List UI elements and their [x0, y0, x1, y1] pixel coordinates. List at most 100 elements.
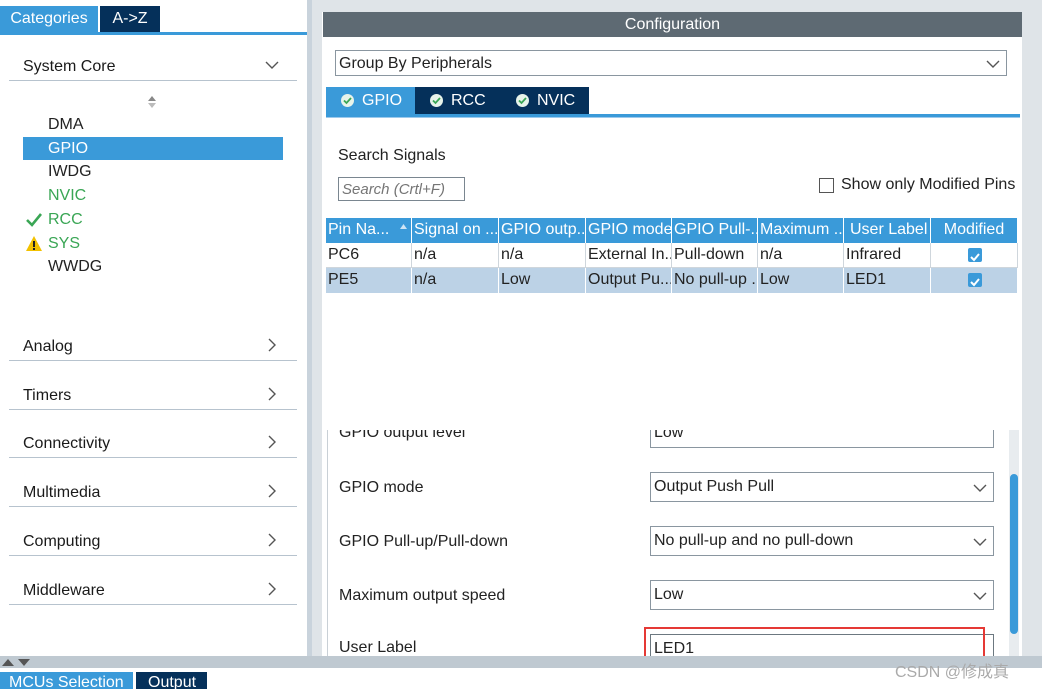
chevron-down-icon [986, 60, 1000, 68]
chevron-right-icon [268, 582, 276, 596]
sidebar-item-label: WWDG [48, 258, 103, 275]
sidebar-item-wwdg[interactable]: WWDG [23, 255, 283, 278]
column-header[interactable]: Signal on ... [412, 218, 499, 243]
table-header: Pin Na... Signal on ... GPIO outp... GPI… [326, 218, 1018, 243]
group-by-select[interactable]: Group By Peripherals [335, 50, 1007, 76]
chevron-right-icon [268, 387, 276, 401]
tab-output[interactable]: Output [136, 672, 207, 689]
modified-checkbox[interactable] [968, 273, 982, 287]
search-input[interactable] [338, 177, 465, 201]
category-timers[interactable]: Timers [9, 379, 297, 410]
sidebar-item-nvic[interactable]: NVIC [23, 184, 283, 207]
tab-rcc[interactable]: RCC [415, 87, 501, 114]
gpio-output-level-select[interactable]: Low [650, 430, 994, 448]
watermark: CSDN @修成真 [895, 664, 1010, 681]
table-cell: Low [758, 268, 844, 293]
properties-scroll-thumb[interactable] [1010, 474, 1018, 634]
category-label: Multimedia [23, 484, 101, 501]
category-middleware[interactable]: Middleware [9, 574, 297, 605]
chevron-down-icon [973, 538, 987, 546]
table-cell: LED1 [844, 268, 931, 293]
table-row[interactable]: PE5 n/a Low Output Pu... No pull-up ... … [326, 268, 1018, 293]
table-cell: n/a [412, 243, 499, 268]
sidebar-item-dma[interactable]: DMA [23, 113, 283, 136]
bottom-tab-strip: MCUs Selection Output [0, 668, 1042, 689]
chevron-down-icon [973, 484, 987, 492]
sidebar-item-label: RCC [48, 211, 83, 228]
table-cell: Pull-down [672, 243, 758, 268]
table-row[interactable]: PC6 n/a n/a External In... Pull-down n/a… [326, 243, 1018, 268]
sidebar-item-label: SYS [48, 235, 81, 252]
select-value: Output Push Pull [654, 478, 775, 495]
show-modified-label: Show only Modified Pins [841, 176, 1016, 193]
table-cell: PC6 [326, 243, 412, 268]
column-header[interactable]: GPIO mode [586, 218, 672, 243]
categories-panel: Categories A->Z System Core DMA GPIO IWD… [0, 0, 312, 656]
column-header[interactable]: Maximum ... [758, 218, 844, 243]
tab-underline-light [326, 117, 1020, 118]
category-label: Middleware [23, 582, 105, 599]
tab-a-to-z[interactable]: A->Z [100, 6, 160, 32]
category-label: Connectivity [23, 435, 111, 452]
column-header-label: Pin Na... [328, 221, 390, 238]
top-bar [322, 0, 1042, 12]
tab-categories[interactable]: Categories [0, 6, 98, 32]
sidebar-item-gpio[interactable]: GPIO [23, 137, 283, 160]
tab-nvic[interactable]: NVIC [501, 87, 589, 114]
select-value: No pull-up and no pull-down [654, 532, 854, 549]
sort-arrows-icon[interactable] [146, 95, 158, 109]
select-value: Low [654, 586, 684, 603]
panel-splitter[interactable] [312, 0, 322, 656]
sidebar-item-label: DMA [48, 116, 84, 133]
column-header[interactable]: GPIO outp... [499, 218, 586, 243]
chevron-down-icon [265, 61, 279, 69]
table-cell: Infrared [844, 243, 931, 268]
table-cell: Output Pu... [586, 268, 672, 293]
gpio-mode-select[interactable]: Output Push Pull [650, 472, 994, 502]
sidebar-item-iwdg[interactable]: IWDG [23, 160, 283, 183]
chevron-right-icon [268, 435, 276, 449]
category-computing[interactable]: Computing [9, 525, 297, 556]
property-label: User Label [339, 639, 417, 656]
tab-underline [0, 32, 310, 35]
bottom-splitter[interactable] [0, 656, 1042, 668]
property-label: GPIO Pull-up/Pull-down [339, 533, 508, 550]
category-connectivity[interactable]: Connectivity [9, 427, 297, 458]
category-multimedia[interactable]: Multimedia [9, 476, 297, 507]
chevron-right-icon [268, 484, 276, 498]
tab-mcus-selection[interactable]: MCUs Selection [0, 672, 133, 689]
column-header[interactable]: Pin Na... [326, 218, 412, 243]
check-circle-icon [516, 94, 529, 107]
gpio-pull-select[interactable]: No pull-up and no pull-down [650, 526, 994, 556]
select-value: Low [654, 430, 684, 441]
sidebar-item-label: NVIC [48, 187, 87, 204]
sidebar-item-sys[interactable]: SYS [23, 232, 283, 255]
category-label: Computing [23, 533, 101, 550]
sidebar-item-rcc[interactable]: RCC [23, 208, 283, 231]
category-analog[interactable]: Analog [9, 330, 297, 361]
category-system-core[interactable]: System Core [9, 50, 297, 81]
chevron-down-icon [973, 592, 987, 600]
checkbox[interactable] [819, 178, 834, 193]
right-scrollbar[interactable] [1022, 0, 1042, 656]
sort-up-icon [400, 224, 407, 229]
column-header[interactable]: GPIO Pull-... [672, 218, 758, 243]
modified-checkbox[interactable] [968, 248, 982, 262]
search-signals-label: Search Signals [338, 147, 446, 164]
max-output-speed-select[interactable]: Low [650, 580, 994, 610]
chevron-right-icon [268, 338, 276, 352]
tab-label: NVIC [537, 92, 576, 109]
table-cell: No pull-up ... [672, 268, 758, 293]
collapse-arrows-icon[interactable] [0, 656, 36, 668]
tab-label: RCC [451, 92, 486, 109]
tab-gpio[interactable]: GPIO [326, 87, 415, 114]
category-label: Analog [23, 338, 73, 355]
column-header[interactable]: Modified [931, 218, 1018, 243]
table-cell [931, 243, 1018, 268]
property-label: GPIO mode [339, 479, 424, 496]
chevron-right-icon [268, 533, 276, 547]
check-circle-icon [430, 94, 443, 107]
column-header[interactable]: User Label [844, 218, 931, 243]
warning-icon [26, 236, 42, 251]
check-circle-icon [341, 94, 354, 107]
